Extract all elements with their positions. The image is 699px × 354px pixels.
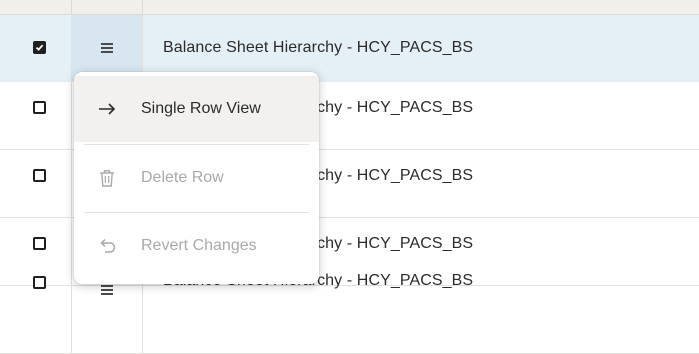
header-divider bbox=[142, 0, 143, 14]
menu-item-label: Delete Row bbox=[141, 169, 224, 186]
trash-icon bbox=[100, 170, 114, 187]
hamburger-icon bbox=[101, 285, 113, 295]
row-select-checkbox[interactable] bbox=[33, 101, 46, 114]
arrow-right-icon bbox=[99, 103, 116, 115]
row-label: Balance Sheet Hierarchy - HCY_PACS_BS bbox=[163, 39, 474, 56]
grid-header-row bbox=[0, 0, 699, 15]
menu-item-single-row-view[interactable]: Single Row View bbox=[74, 76, 319, 142]
checkmark-icon bbox=[35, 44, 44, 51]
hamburger-icon bbox=[101, 43, 113, 53]
undo-icon bbox=[100, 238, 116, 253]
row-select-checkbox[interactable] bbox=[33, 41, 46, 54]
table-row[interactable]: Balance Sheet Hierarchy - HCY_PACS_BS bbox=[0, 272, 699, 354]
menu-item-delete-row[interactable]: Delete Row bbox=[74, 145, 319, 211]
menu-item-label: Revert Changes bbox=[141, 237, 257, 254]
menu-item-label: Single Row View bbox=[141, 100, 261, 117]
row-context-menu: Single Row View Delete Row Revert Change… bbox=[74, 72, 319, 284]
menu-item-revert-changes[interactable]: Revert Changes bbox=[74, 213, 319, 279]
row-select-checkbox[interactable] bbox=[33, 237, 46, 250]
cell-divider bbox=[142, 286, 143, 353]
header-divider bbox=[71, 0, 72, 14]
row-select-checkbox[interactable] bbox=[33, 276, 46, 289]
row-select-checkbox[interactable] bbox=[33, 169, 46, 182]
